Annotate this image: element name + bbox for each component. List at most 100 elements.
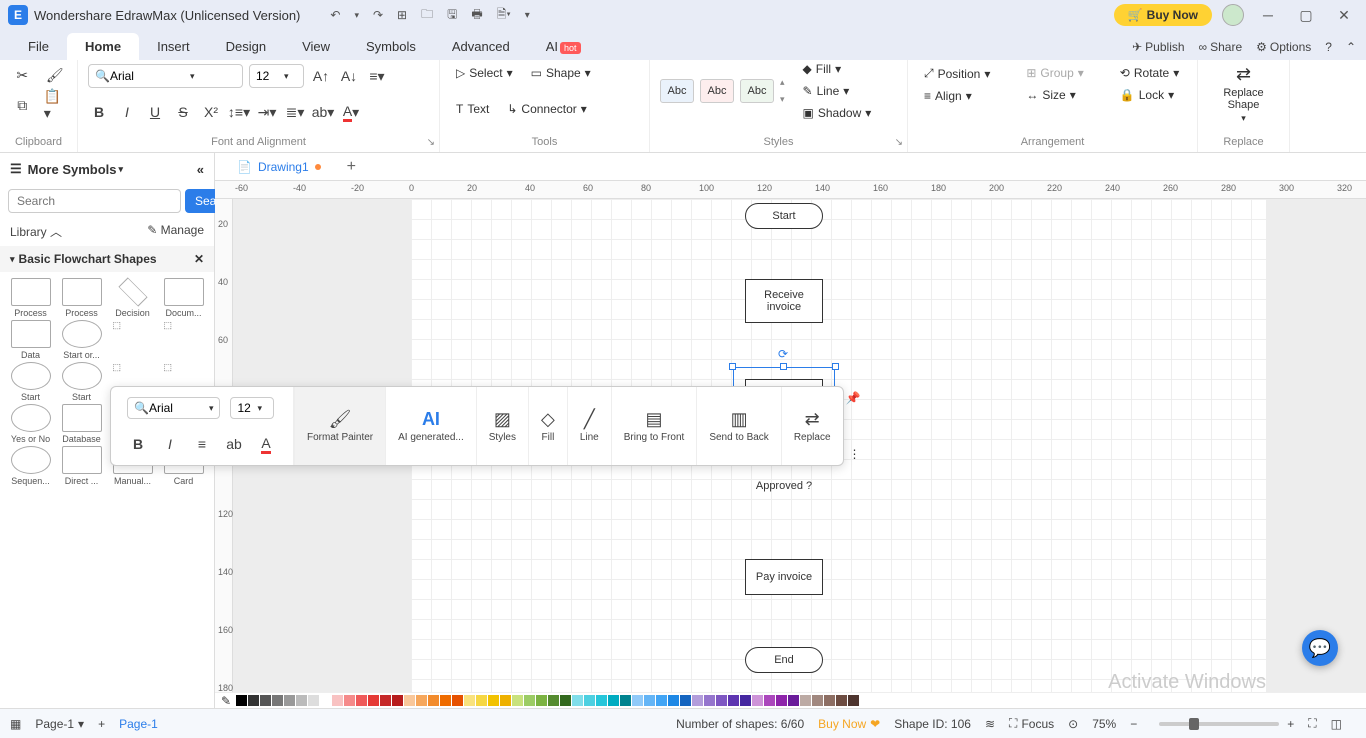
- zoom-level[interactable]: 75%: [1092, 717, 1116, 731]
- manage-library-button[interactable]: ✎ Manage: [147, 223, 204, 240]
- color-swatch[interactable]: [272, 695, 283, 706]
- tab-insert[interactable]: Insert: [139, 33, 208, 60]
- style-scroll-down-icon[interactable]: ▾: [780, 94, 785, 105]
- color-swatch[interactable]: [332, 695, 343, 706]
- group-button[interactable]: ⊞ Group▾: [1020, 64, 1089, 82]
- color-swatch[interactable]: [848, 695, 859, 706]
- text-tool[interactable]: T Text: [450, 100, 495, 118]
- color-swatch[interactable]: [824, 695, 835, 706]
- align-button[interactable]: ≡ Align▾: [918, 87, 996, 105]
- add-page-button[interactable]: +: [98, 717, 105, 731]
- color-swatch[interactable]: [800, 695, 811, 706]
- strike-icon[interactable]: S: [172, 101, 194, 123]
- color-swatch[interactable]: [548, 695, 559, 706]
- shape-palette-item[interactable]: Data: [6, 320, 55, 360]
- new-tab-button[interactable]: +: [337, 158, 366, 176]
- tab-advanced[interactable]: Advanced: [434, 33, 528, 60]
- color-swatch[interactable]: [836, 695, 847, 706]
- shape-palette-item[interactable]: Database: [57, 404, 106, 444]
- color-swatch[interactable]: [464, 695, 475, 706]
- save-icon[interactable]: 🖫: [447, 5, 457, 26]
- copy-icon[interactable]: ⧉: [11, 94, 33, 116]
- position-button[interactable]: ⤢ Position▾: [918, 64, 996, 83]
- color-swatch[interactable]: [740, 695, 751, 706]
- style-scroll-up-icon[interactable]: ▴: [780, 77, 785, 88]
- help-icon[interactable]: ?: [1325, 40, 1332, 54]
- redo-icon[interactable]: ↷: [373, 8, 383, 22]
- ctx-font-input[interactable]: 🔍▾: [127, 397, 220, 419]
- symbol-search-input[interactable]: [8, 189, 181, 213]
- fullscreen-icon[interactable]: ⛶: [1308, 716, 1316, 731]
- styles-dialog-icon[interactable]: ↘: [895, 137, 903, 148]
- shape-receive[interactable]: Receive invoice: [745, 279, 823, 323]
- eyedropper-icon[interactable]: ✎: [221, 694, 231, 708]
- color-swatch[interactable]: [680, 695, 691, 706]
- color-swatch[interactable]: [248, 695, 259, 706]
- color-swatch[interactable]: [644, 695, 655, 706]
- shape-palette-item[interactable]: Decision: [108, 278, 157, 318]
- superscript-icon[interactable]: X²: [200, 101, 222, 123]
- panel-toggle-icon[interactable]: ◫: [1331, 717, 1342, 731]
- text-align-icon[interactable]: ≡▾: [366, 65, 388, 87]
- shapes-section-header[interactable]: ▾Basic Flowchart Shapes✕: [0, 246, 214, 272]
- color-swatch[interactable]: [752, 695, 763, 706]
- new-icon[interactable]: ⊞: [397, 8, 407, 22]
- color-swatch[interactable]: [596, 695, 607, 706]
- shape-approved[interactable]: Approved ?: [737, 461, 831, 511]
- format-painter-icon[interactable]: 🖌: [44, 64, 66, 86]
- tab-design[interactable]: Design: [208, 33, 284, 60]
- pages-view-icon[interactable]: ▦: [10, 717, 21, 731]
- shape-palette-item[interactable]: Start: [57, 362, 106, 402]
- bullets-icon[interactable]: ≣▾: [284, 101, 306, 123]
- shape-palette-item[interactable]: Yes or No: [6, 404, 55, 444]
- minimize-icon[interactable]: ─: [1254, 7, 1282, 23]
- color-swatch[interactable]: [356, 695, 367, 706]
- color-swatch[interactable]: [308, 695, 319, 706]
- layers-icon[interactable]: ≋: [985, 717, 995, 731]
- color-swatch[interactable]: [368, 695, 379, 706]
- tab-symbols[interactable]: Symbols: [348, 33, 434, 60]
- color-swatch[interactable]: [656, 695, 667, 706]
- cut-icon[interactable]: ✂: [11, 64, 33, 86]
- style-swatch-3[interactable]: Abc: [740, 79, 774, 103]
- increase-font-icon[interactable]: A↑: [310, 65, 332, 87]
- style-swatch-2[interactable]: Abc: [700, 79, 734, 103]
- shape-pay[interactable]: Pay invoice: [745, 559, 823, 595]
- ctx-case-icon[interactable]: ab: [223, 433, 245, 455]
- shape-palette-item[interactable]: ⬚: [108, 320, 157, 360]
- options-button[interactable]: ⚙ Options: [1256, 40, 1311, 54]
- ctx-fill[interactable]: ◇Fill: [528, 387, 567, 465]
- zoom-slider[interactable]: [1159, 722, 1279, 726]
- ctx-bring-front[interactable]: ▤Bring to Front: [611, 387, 697, 465]
- close-icon[interactable]: ✕: [1330, 7, 1358, 24]
- page-tab[interactable]: Page-1: [119, 717, 158, 731]
- shape-palette-item[interactable]: ⬚: [159, 320, 208, 360]
- shape-end[interactable]: End: [745, 647, 823, 673]
- more-symbols-drop-icon[interactable]: ▾: [119, 164, 124, 175]
- color-swatch[interactable]: [284, 695, 295, 706]
- shape-palette-item[interactable]: Start: [6, 362, 55, 402]
- shadow-button[interactable]: ▣ Shadow ▾: [797, 104, 878, 122]
- ctx-format-painter[interactable]: 🖌Format Painter: [294, 387, 385, 465]
- color-swatch[interactable]: [728, 695, 739, 706]
- print-icon[interactable]: 🖶: [471, 5, 482, 26]
- document-tab[interactable]: 📄 Drawing1: [221, 156, 337, 178]
- focus-button[interactable]: ⛶ Focus: [1009, 716, 1054, 731]
- shape-palette-item[interactable]: Docum...: [159, 278, 208, 318]
- paste-icon[interactable]: 📋▾: [44, 94, 66, 116]
- select-tool[interactable]: ▷ Select ▾: [450, 64, 519, 82]
- hamburger-icon[interactable]: ☰: [10, 161, 22, 177]
- color-swatch[interactable]: [764, 695, 775, 706]
- italic-icon[interactable]: I: [116, 101, 138, 123]
- color-swatch[interactable]: [260, 695, 271, 706]
- color-swatch[interactable]: [788, 695, 799, 706]
- ctx-fontcolor-icon[interactable]: A: [255, 433, 277, 455]
- font-dialog-icon[interactable]: ↘: [427, 137, 435, 148]
- zoom-in-icon[interactable]: +: [1287, 717, 1294, 731]
- ctx-ai-generated[interactable]: AIAI generated...: [385, 387, 476, 465]
- font-color-icon[interactable]: A▾: [340, 101, 362, 123]
- color-swatch[interactable]: [668, 695, 679, 706]
- ctx-line[interactable]: ╱Line: [567, 387, 611, 465]
- shape-start[interactable]: Start: [745, 203, 823, 229]
- color-swatch[interactable]: [488, 695, 499, 706]
